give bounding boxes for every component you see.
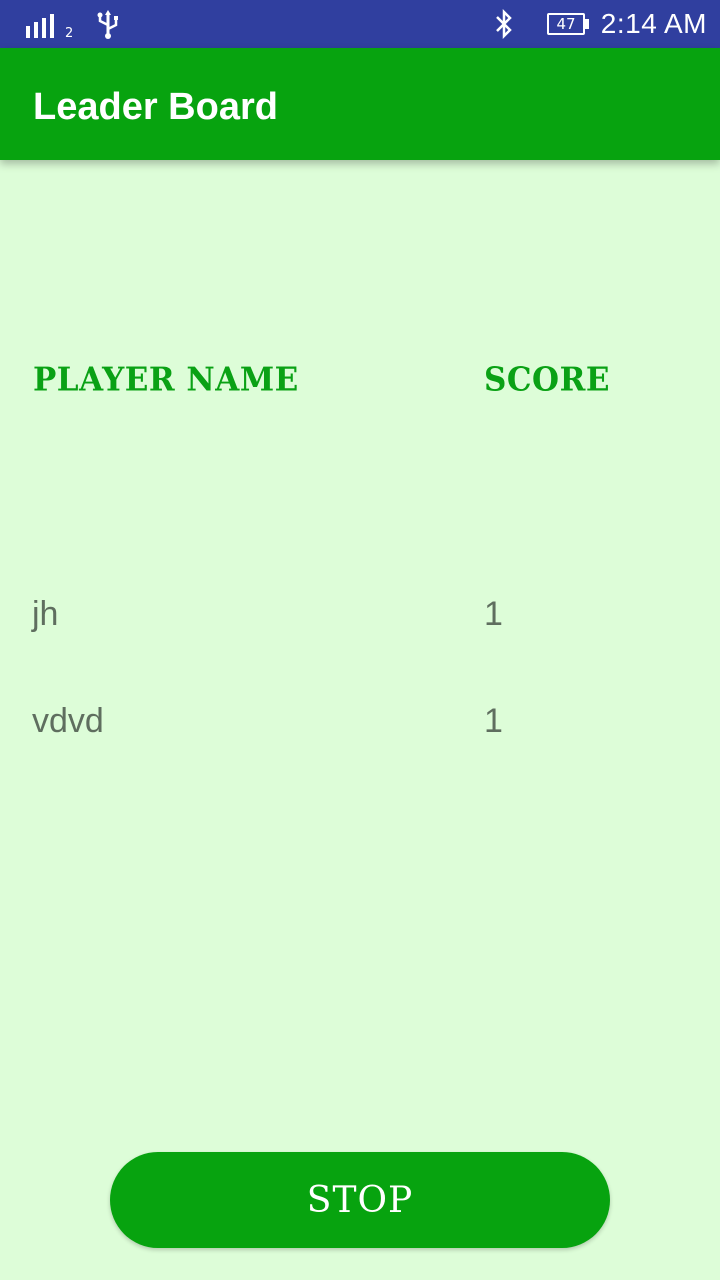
- battery-level: 47: [547, 13, 585, 35]
- usb-icon: [97, 10, 118, 39]
- row-1-score: 1: [484, 595, 503, 633]
- header-score: SCORE: [484, 361, 610, 399]
- header-player-name: PLAYER NAME: [33, 361, 299, 399]
- status-bar: 2 47 2:14 AM: [0, 0, 720, 48]
- page-title: Leader Board: [33, 86, 278, 128]
- sim-slot-label: 2: [65, 26, 74, 41]
- row-2-score: 1: [484, 702, 503, 740]
- app-bar: Leader Board: [0, 48, 720, 160]
- row-2-player-name: vdvd: [32, 702, 104, 740]
- signal-icon: [26, 14, 54, 38]
- bluetooth-icon: [496, 9, 512, 39]
- stop-button-label: STOP: [306, 1179, 414, 1221]
- row-1-player-name: jh: [32, 595, 59, 633]
- battery-icon: 47: [547, 13, 589, 35]
- clock: 2:14 AM: [600, 8, 707, 39]
- stop-button[interactable]: STOP: [110, 1152, 610, 1248]
